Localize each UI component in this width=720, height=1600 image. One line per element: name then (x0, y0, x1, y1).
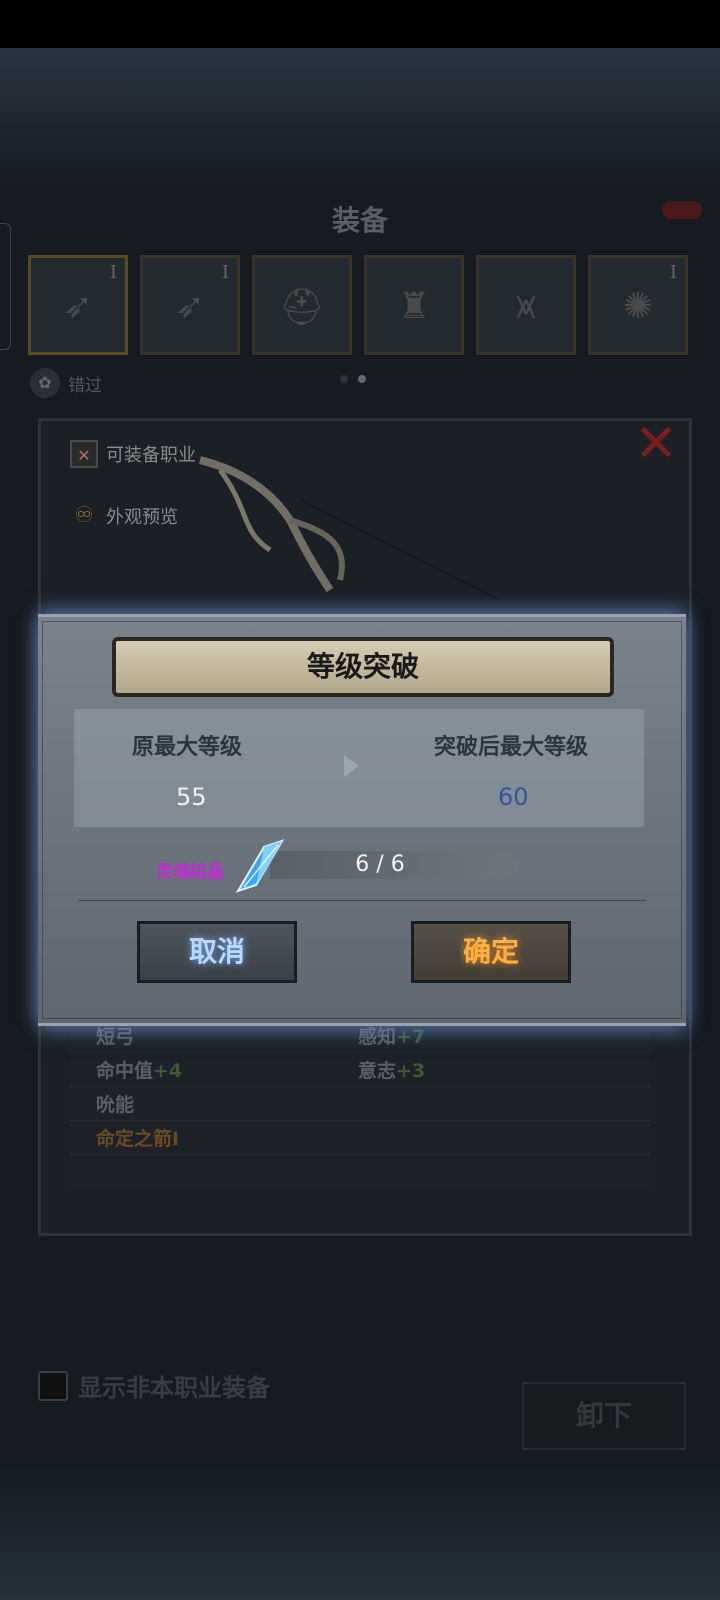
equipment-slots: I ➶ I ➶ ⛑ ♜ ⩙ I ✺ (28, 255, 693, 355)
notification-decoration (662, 201, 702, 219)
page-dot-active (358, 375, 366, 383)
appearance-preview-button[interactable]: ♾ 外观预览 (70, 502, 178, 530)
skill-fated-arrow: 命定之箭I (96, 1128, 180, 1150)
dialog-title: 等级突破 (112, 637, 614, 697)
status-bar (0, 0, 720, 48)
stat-name: 命中值 (96, 1060, 154, 1082)
equipment-title: 装备 (331, 204, 388, 237)
stat-perception: 感知+7 (358, 1022, 425, 1049)
stat-willpower: 意志+3 (358, 1056, 425, 1083)
show-other-class-toggle[interactable]: 显示非本职业装备 (38, 1368, 270, 1403)
stat-row: 命中值+4 意志+3 (70, 1052, 650, 1087)
stat-bonus: +3 (396, 1060, 426, 1082)
stat-name: 意志 (358, 1060, 397, 1082)
bow-illustration (199, 456, 501, 601)
side-tab[interactable] (0, 223, 11, 350)
tier-label: I (221, 262, 229, 283)
filter-icon: ✿ (30, 368, 60, 398)
level-breakthrough-dialog: 等级突破 原最大等级 突破后最大等级 55 60 灵魂结晶 6 / 6 取消 确… (38, 614, 686, 1026)
pants-icon: ⩙ (515, 286, 537, 327)
weapon-type: 短弓 (96, 1026, 135, 1048)
unequip-button[interactable]: 卸下 (522, 1382, 686, 1450)
bow-icon: ➶ (174, 286, 206, 327)
level-compare-box: 原最大等级 突破后最大等级 55 60 (74, 709, 644, 827)
equip-slot-pants[interactable]: ⩙ (476, 255, 576, 355)
soul-crystal-icon (235, 839, 285, 893)
stat-bonus: +7 (396, 1026, 426, 1048)
filter-label: 错过 (68, 375, 102, 396)
orig-max-level-value: 55 (176, 783, 207, 811)
bow-icon: ➶ (62, 286, 94, 327)
tier-label: I (669, 262, 677, 283)
new-max-level-label: 突破后最大等级 (434, 735, 589, 760)
cancel-button[interactable]: 取消 (137, 921, 297, 983)
armor-icon: ♜ (397, 286, 431, 327)
show-other-class-label: 显示非本职业装备 (78, 1374, 270, 1402)
checkbox[interactable] (38, 1370, 68, 1401)
equip-slot-offhand[interactable]: I ➶ (140, 255, 240, 355)
class-icon: ✕ (70, 440, 98, 468)
stat-accuracy: 命中值+4 (96, 1056, 182, 1083)
stat-bonus: +4 (153, 1060, 183, 1082)
material-name: 灵魂结晶 (156, 862, 224, 882)
appearance-icon: ♾ (74, 503, 94, 528)
amulet-icon: ✺ (622, 286, 654, 327)
page-dot (340, 375, 348, 383)
stat-row: 吮能 (70, 1086, 650, 1121)
confirm-button[interactable]: 确定 (411, 921, 571, 983)
stats-table: 短弓 感知+7 命中值+4 意志+3 吮能 命定之箭I (70, 1026, 650, 1190)
material-count: 6 / 6 (355, 852, 405, 877)
divider (78, 900, 646, 901)
filter-row[interactable]: ✿ 错过 (30, 368, 102, 398)
appearance-label: 外观预览 (106, 507, 178, 528)
tier-label: I (109, 262, 117, 283)
arrow-right-icon (344, 755, 359, 777)
bottom-background (0, 1462, 720, 1600)
new-max-level-value: 60 (498, 783, 529, 811)
equip-slot-helmet[interactable]: ⛑ (252, 255, 352, 355)
stat-name: 感知 (358, 1026, 397, 1048)
equip-slot-weapon[interactable]: I ➶ (28, 255, 128, 355)
orig-max-level-label: 原最大等级 (132, 735, 243, 760)
equip-slot-accessory[interactable]: I ✺ (588, 255, 688, 355)
stat-row: 命定之箭I (70, 1120, 650, 1155)
skill-drain: 吮能 (96, 1094, 135, 1116)
page-indicator (340, 375, 366, 383)
close-icon[interactable]: ✕ (628, 415, 684, 473)
helmet-icon: ⛑ (279, 287, 325, 328)
equip-slot-armor[interactable]: ♜ (364, 255, 464, 355)
equip-class-button[interactable]: ✕ 可装备职业 (70, 440, 196, 468)
top-background (0, 48, 720, 183)
